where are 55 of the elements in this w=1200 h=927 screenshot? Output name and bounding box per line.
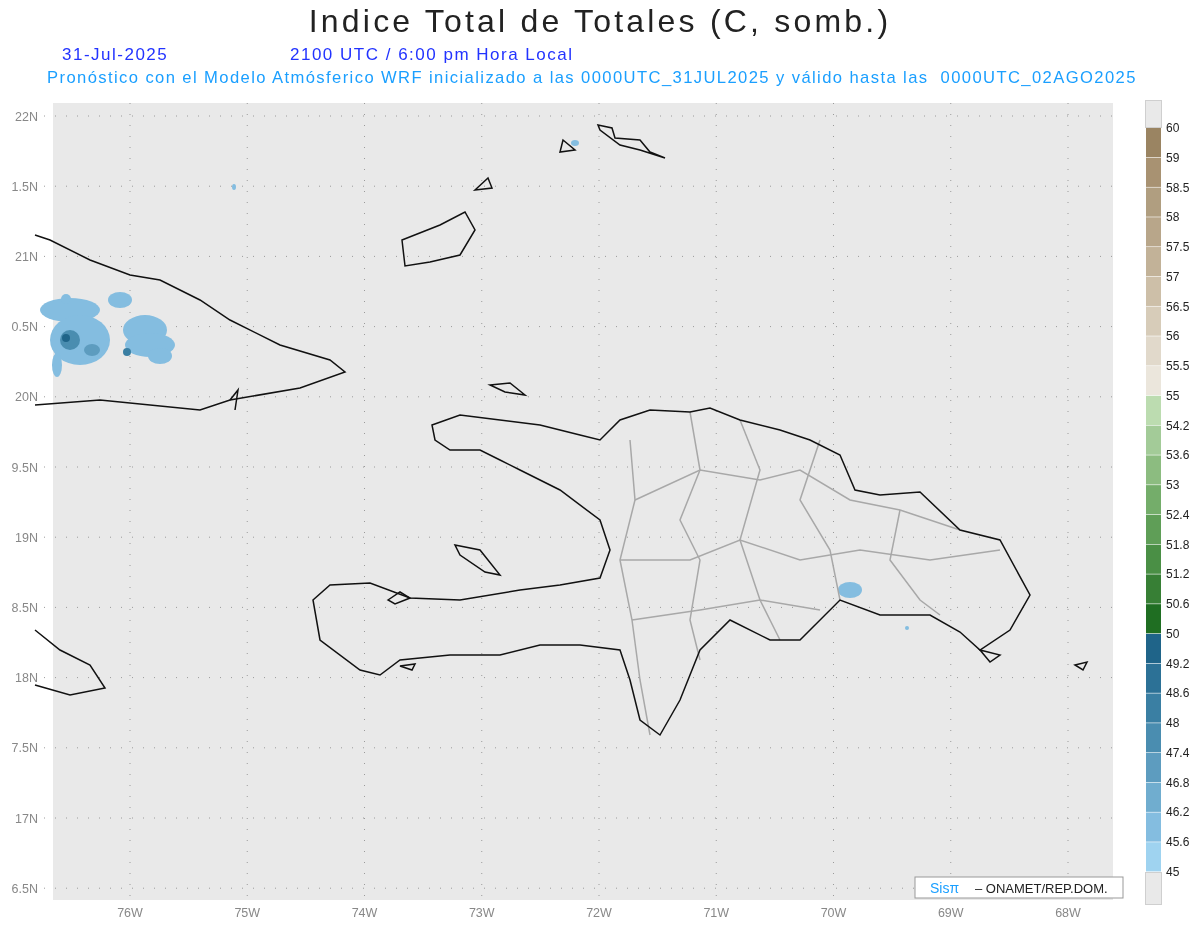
latitude-label: 6.5N: [11, 881, 38, 896]
credit-text: – ONAMET/REP.DOM.: [975, 881, 1108, 896]
latitude-label: 20N: [15, 390, 38, 405]
latitude-label: 8.5N: [11, 600, 38, 615]
colorbar-label: 46.8: [1166, 775, 1190, 790]
colorbar-label: 52.4: [1166, 507, 1190, 522]
colorbar-label: 48.6: [1166, 686, 1190, 701]
latitude-label: 19N: [15, 530, 38, 545]
colorbar-end-cap: [1145, 872, 1162, 905]
colorbar-label: 51.2: [1166, 567, 1190, 582]
colorbar-label: 56: [1166, 329, 1180, 344]
brand-text: Sisπ: [930, 880, 960, 896]
latitude-label: 9.5N: [11, 460, 38, 475]
subtitle-text: Pronóstico con el Modelo Atmósferico WRF inicializado a las 0000UTC_31JUL2025 y válido hasta las 0000UTC_02AGO2025: [47, 68, 1137, 87]
colorbar-label: 50: [1166, 626, 1180, 641]
colorbar-label: 55: [1166, 388, 1180, 403]
colorbar-label: 56.5: [1166, 299, 1190, 314]
colorbar-label: 46.2: [1166, 805, 1190, 820]
latitude-label: 17N: [15, 811, 38, 826]
longitude-label: 71W: [703, 906, 730, 920]
longitude-label: 75W: [234, 906, 261, 920]
colorbar-label: 54.2: [1166, 418, 1190, 433]
colorbar-end-cap: [1145, 100, 1162, 128]
colorbar-label: 58.5: [1166, 180, 1190, 195]
latitude-label: 22N: [15, 109, 38, 124]
colorbar-label: 58: [1166, 210, 1180, 225]
colorbar-label: 48: [1166, 716, 1180, 731]
date-text: 31-Jul-2025: [62, 46, 170, 63]
longitude-label: 70W: [820, 906, 847, 920]
colorbar-label: 55.5: [1166, 359, 1190, 374]
latitude-label: 7.5N: [11, 741, 38, 756]
colorbar-label: 50.6: [1166, 597, 1190, 612]
longitude-label: 68W: [1055, 906, 1081, 920]
colorbar-label: 57.5: [1166, 240, 1190, 255]
colorbar-label: 59: [1166, 150, 1180, 165]
colorbar-label: 45: [1166, 865, 1180, 879]
latitude-label: 18N: [15, 671, 38, 686]
latitude-label: 1.5N: [11, 179, 38, 194]
time-text: 2100 UTC / 6:00 pm Hora Local: [290, 46, 574, 63]
longitude-label: 76W: [117, 906, 143, 920]
colorbar-label: 53: [1166, 478, 1180, 493]
latitude-label: 21N: [15, 249, 38, 264]
colorbar-label: 60: [1166, 121, 1180, 135]
colorbar-label: 45.6: [1166, 835, 1190, 850]
longitude-label: 69W: [937, 906, 964, 920]
colorbar-label: 51.8: [1166, 537, 1190, 552]
longitude-label: 73W: [468, 906, 495, 920]
longitude-label: 74W: [351, 906, 378, 920]
longitude-label: 72W: [586, 906, 612, 920]
chart-title: Indice Total de Totales (C, somb.): [308, 3, 892, 39]
colorbar-label: 47.4: [1166, 745, 1190, 760]
latitude-label: 0.5N: [11, 320, 38, 335]
colorbar-label: 53.6: [1166, 448, 1190, 463]
colorbar-label: 57: [1166, 269, 1180, 284]
colorbar-label: 49.2: [1166, 656, 1190, 671]
